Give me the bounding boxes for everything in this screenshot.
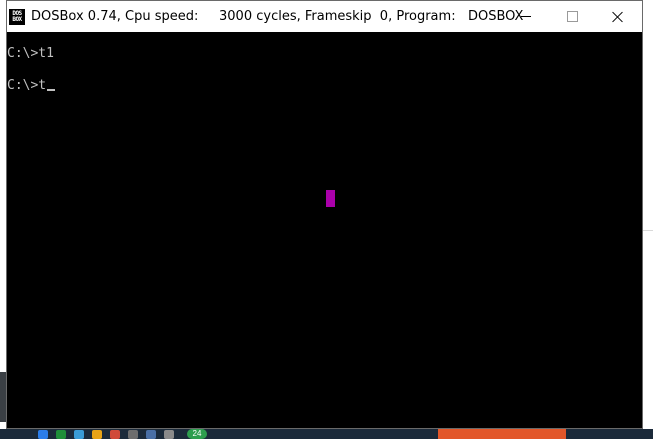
maximize-button[interactable] [549,1,595,32]
console-text: C:\>t [7,78,47,93]
title-bar[interactable]: DOS BOX DOSBox 0.74, Cpu speed: 3000 cyc… [7,1,642,32]
console-prompt-line: C:\>t [7,78,56,94]
window-title: DOSBox 0.74, Cpu speed: 3000 cycles, Fra… [31,9,524,24]
tray-app-icon[interactable] [92,430,102,439]
background-divider [643,230,653,231]
minimize-button[interactable] [503,1,549,32]
tray-badge[interactable]: 24 [187,429,207,439]
magenta-sprite [326,190,335,207]
close-icon [612,11,624,23]
text-cursor [47,89,56,91]
console-line: C:\>t1 [7,46,54,62]
close-button[interactable] [595,1,641,32]
tray-app-icon[interactable] [56,430,66,439]
taskbar: 24 [0,429,653,439]
tray-app-icon[interactable] [38,430,48,439]
icon-text-bottom: BOX [12,16,22,23]
tray-app-icon[interactable] [128,430,138,439]
tray-app-icon[interactable] [110,430,120,439]
dosbox-app-icon[interactable]: DOS BOX [9,9,25,25]
tray-app-icon[interactable] [164,430,174,439]
minimize-icon [521,16,531,17]
dosbox-window[interactable]: DOS BOX DOSBox 0.74, Cpu speed: 3000 cyc… [6,0,643,429]
maximize-icon [566,11,578,22]
orange-banner[interactable] [438,429,566,439]
tray-app-icon[interactable] [74,430,84,439]
background-window-right [643,0,653,439]
console-text: C:\>t1 [7,46,54,61]
dos-console-screen[interactable]: C:\>t1 C:\>t [7,32,642,428]
tray-app-icon[interactable] [146,430,156,439]
